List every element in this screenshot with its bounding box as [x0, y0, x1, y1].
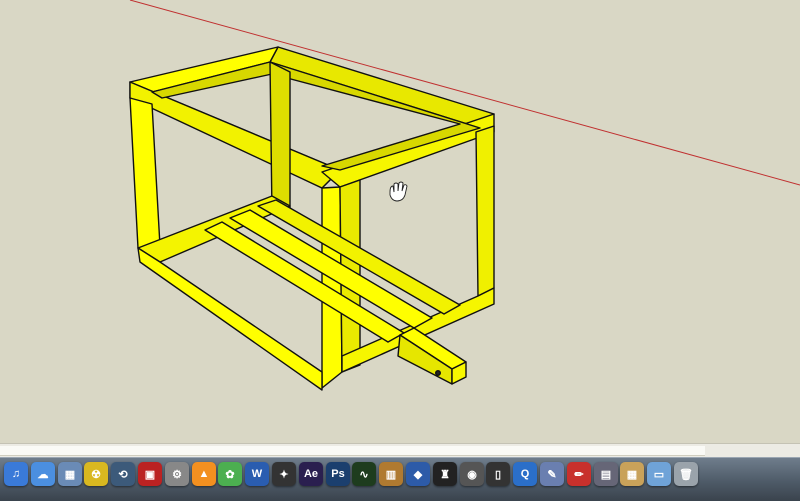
- ichat-icon[interactable]: ☁: [31, 462, 55, 486]
- time-machine-icon[interactable]: ⟲: [111, 462, 135, 486]
- folder-icon[interactable]: ▭: [647, 462, 671, 486]
- itunes-icon[interactable]: ♫: [4, 462, 28, 486]
- pencil-app-icon[interactable]: ✏: [567, 462, 591, 486]
- documents-folder-icon[interactable]: ▦: [620, 462, 644, 486]
- frame-front-left-post: [129, 97, 161, 249]
- radiation-app-icon[interactable]: ☢: [84, 462, 108, 486]
- photo-booth-icon[interactable]: ▣: [138, 462, 162, 486]
- model-canvas[interactable]: [0, 0, 800, 443]
- frame-top-right-rail: [269, 46, 495, 129]
- beam-bolt-hole: [435, 370, 442, 377]
- preview-icon[interactable]: ▦: [58, 462, 82, 486]
- green-app-icon[interactable]: ✿: [218, 462, 242, 486]
- disc-icon[interactable]: ◉: [460, 462, 484, 486]
- hand-pan-icon: [389, 181, 408, 202]
- trash-icon[interactable]: 🗑: [674, 462, 698, 486]
- scrollbar-thumb[interactable]: [0, 446, 705, 456]
- star-app-icon[interactable]: ✦: [272, 462, 296, 486]
- modeling-viewport[interactable]: [0, 0, 800, 443]
- activity-monitor-icon[interactable]: ∿: [352, 462, 376, 486]
- photoshop-icon[interactable]: Ps: [326, 462, 350, 486]
- after-effects-icon[interactable]: Ae: [299, 462, 323, 486]
- phone-icon[interactable]: ▯: [486, 462, 510, 486]
- disk-utility-icon[interactable]: ⚙: [165, 462, 189, 486]
- horizontal-scrollbar[interactable]: [0, 443, 800, 458]
- quicktime-icon[interactable]: Q: [513, 462, 537, 486]
- yellow-frame-model[interactable]: [129, 46, 495, 391]
- red-axis-line: [129, 0, 800, 186]
- unity-icon[interactable]: ◆: [406, 462, 430, 486]
- top-hat-icon[interactable]: ♜: [433, 462, 457, 486]
- frame-back-right-post: [475, 125, 495, 297]
- word-icon[interactable]: W: [245, 462, 269, 486]
- xcode-icon[interactable]: ✎: [540, 462, 564, 486]
- photo-app-icon[interactable]: ▤: [594, 462, 618, 486]
- vlc-icon[interactable]: ▲: [192, 462, 216, 486]
- stuffit-icon[interactable]: ▥: [379, 462, 403, 486]
